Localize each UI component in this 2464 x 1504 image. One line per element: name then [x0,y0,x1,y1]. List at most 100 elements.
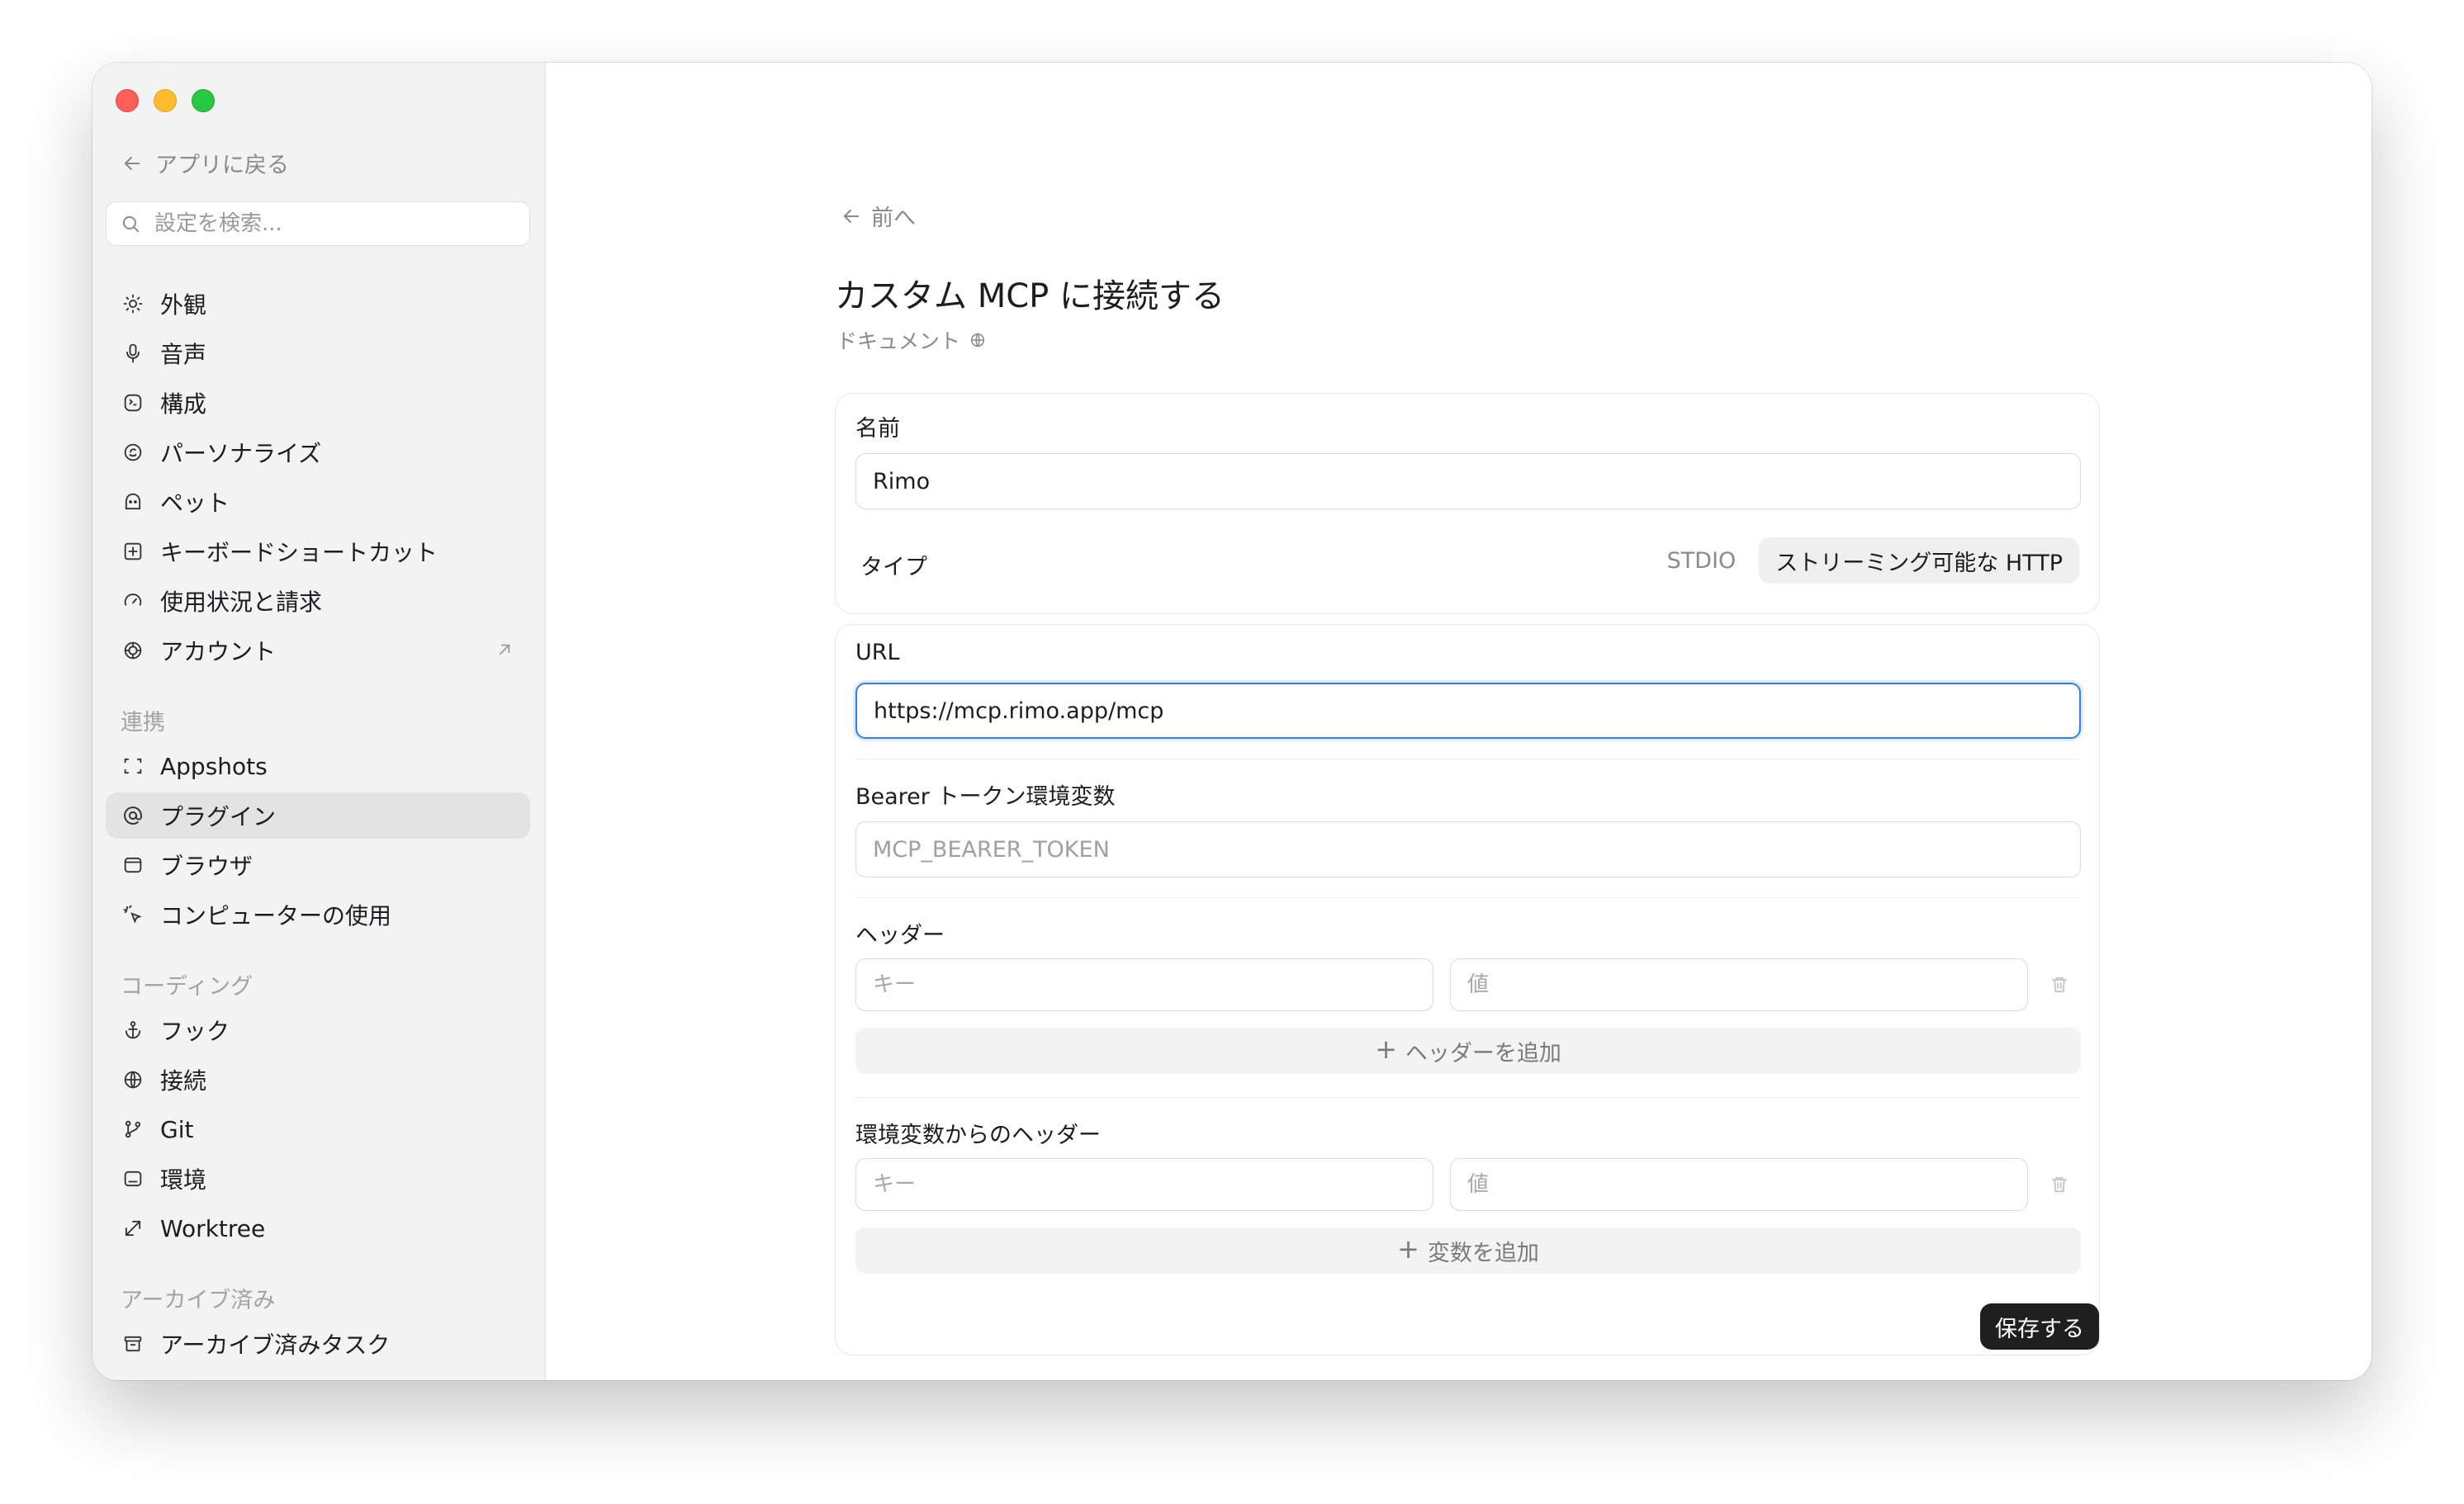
gauge-icon [121,589,145,613]
sidebar-item-usage-billing[interactable]: 使用状況と請求 [106,578,530,624]
sidebar-item-label: ブラウザ [160,853,254,880]
header-key-input[interactable] [855,958,1433,1011]
trash-icon[interactable] [2048,973,2071,996]
plus-icon: + [1397,1233,1419,1265]
sidebar-item-label: パーソナライズ [160,440,322,467]
back-button-label: 前へ [871,206,916,231]
window-controls [116,89,215,112]
arrow-left-icon [843,209,860,223]
sidebar-item-keyboard-shortcuts[interactable]: キーボードショートカット [106,528,530,575]
at-icon [121,803,145,828]
headers-label: ヘッダー [855,923,945,948]
back-button[interactable]: 前へ [840,200,916,232]
sidebar-item-label: フック [160,1018,230,1045]
type-label: タイプ [860,555,927,580]
type-selector-row: タイプ STDIO ストリーミング可能な HTTP [855,537,2079,587]
sidebar-item-label: 構成 [160,390,207,418]
sidebar-item-label: キーボードショートカット [160,539,438,566]
sidebar-item-label: 環境 [160,1166,207,1194]
zoom-window-button[interactable] [192,89,215,112]
globe-icon [121,1067,145,1092]
section-archived-title: アーカイブ済み [121,1288,276,1313]
env-header-key-input[interactable] [855,1158,1433,1211]
arrow-left-icon [124,156,140,170]
git-branch-icon [121,1117,145,1142]
minimize-window-button[interactable] [154,89,177,112]
env-header-value-input[interactable] [1450,1158,2028,1211]
add-variable-button[interactable]: + 変数を追加 [855,1227,2081,1274]
bearer-token-input[interactable] [855,821,2081,877]
env-headers-label: 環境変数からのヘッダー [855,1123,1101,1148]
microphone-icon [121,341,145,366]
external-link-icon [499,644,510,655]
save-button[interactable]: 保存する [1980,1303,2099,1350]
sidebar-item-label: プラグイン [160,803,277,830]
add-variable-label: 変数を追加 [1427,1240,1539,1266]
connection-settings-card: URL Bearer トークン環境変数 ヘッダー + ヘッダーを追加 環境変数か… [835,624,2100,1355]
sidebar-item-pet[interactable]: ペット [106,479,530,525]
back-to-app-link[interactable]: アプリに戻る [121,147,289,179]
settings-window: アプリに戻る 外観 音声 構成 パーソナライズ ペット キーボ [92,63,2372,1380]
personalize-icon [121,440,145,465]
page-title: カスタム MCP に接続する [835,277,1225,315]
browser-icon [121,853,145,877]
sidebar-item-connections[interactable]: 接続 [106,1057,530,1103]
sidebar-item-git[interactable]: Git [106,1106,530,1152]
sidebar-item-label: Appshots [160,752,268,780]
sidebar-item-label: ペット [160,490,230,517]
divider [855,897,2081,898]
sidebar-item-account[interactable]: アカウント [106,627,530,674]
name-input[interactable] [855,453,2081,509]
keyboard-icon [121,539,145,564]
sun-icon [121,291,145,316]
search-icon [122,215,140,233]
divider [855,1097,2081,1098]
anchor-icon [121,1018,145,1043]
globe-icon [970,333,985,348]
sidebar-item-label: Worktree [160,1214,266,1242]
sidebar-item-computer-use[interactable]: コンピューターの使用 [106,892,530,938]
trash-icon[interactable] [2048,1173,2071,1196]
settings-search-input[interactable] [153,210,516,237]
type-option-stdio[interactable]: STDIO [1651,537,1753,584]
sidebar-item-browser[interactable]: ブラウザ [106,842,530,888]
sidebar-item-config[interactable]: 構成 [106,380,530,426]
section-integrations-title: 連携 [121,710,165,735]
documentation-link[interactable]: ドキュメント [836,325,987,355]
sidebar-item-label: アーカイブ済みタスク [160,1331,391,1359]
pet-icon [121,490,145,514]
environment-icon [121,1166,145,1191]
sidebar-item-appshots[interactable]: Appshots [106,743,530,789]
section-coding-title: コーディング [121,974,254,1000]
worktree-icon [121,1216,145,1241]
archive-icon [121,1331,145,1356]
sidebar-item-appearance[interactable]: 外観 [106,281,530,327]
url-label: URL [855,640,900,665]
sidebar-item-archived-tasks[interactable]: アーカイブ済みタスク [106,1321,530,1367]
close-window-button[interactable] [116,89,139,112]
sidebar-item-hooks[interactable]: フック [106,1007,530,1053]
add-header-button[interactable]: + ヘッダーを追加 [855,1028,2081,1074]
back-to-app-label: アプリに戻る [155,153,289,178]
sidebar-item-label: 接続 [160,1067,207,1095]
url-input[interactable] [855,683,2081,739]
header-value-input[interactable] [1450,958,2028,1011]
sidebar-item-worktree[interactable]: Worktree [106,1205,530,1251]
main-content: 前へ カスタム MCP に接続する ドキュメント 名前 タイプ STDIO スト… [546,63,2372,1380]
sidebar-item-personalize[interactable]: パーソナライズ [106,429,530,475]
name-label: 名前 [855,416,900,442]
sidebar-item-audio[interactable]: 音声 [106,330,530,376]
type-option-streamable-http[interactable]: ストリーミング可能な HTTP [1759,537,2079,584]
config-icon [121,390,145,415]
sidebar-item-label: 外観 [160,291,207,319]
account-icon [121,638,145,663]
settings-search[interactable] [106,201,530,246]
screenshot-icon [121,754,145,778]
sidebar-item-label: コンピューターの使用 [160,902,392,929]
sidebar-item-environment[interactable]: 環境 [106,1156,530,1202]
server-basics-card: 名前 タイプ STDIO ストリーミング可能な HTTP [835,393,2100,614]
sidebar-item-label: 音声 [160,341,207,368]
sidebar-item-plugins[interactable]: プラグイン [106,792,530,839]
bearer-token-label: Bearer トークン環境変数 [855,784,1116,810]
type-segmented-control: STDIO ストリーミング可能な HTTP [1651,537,2079,584]
